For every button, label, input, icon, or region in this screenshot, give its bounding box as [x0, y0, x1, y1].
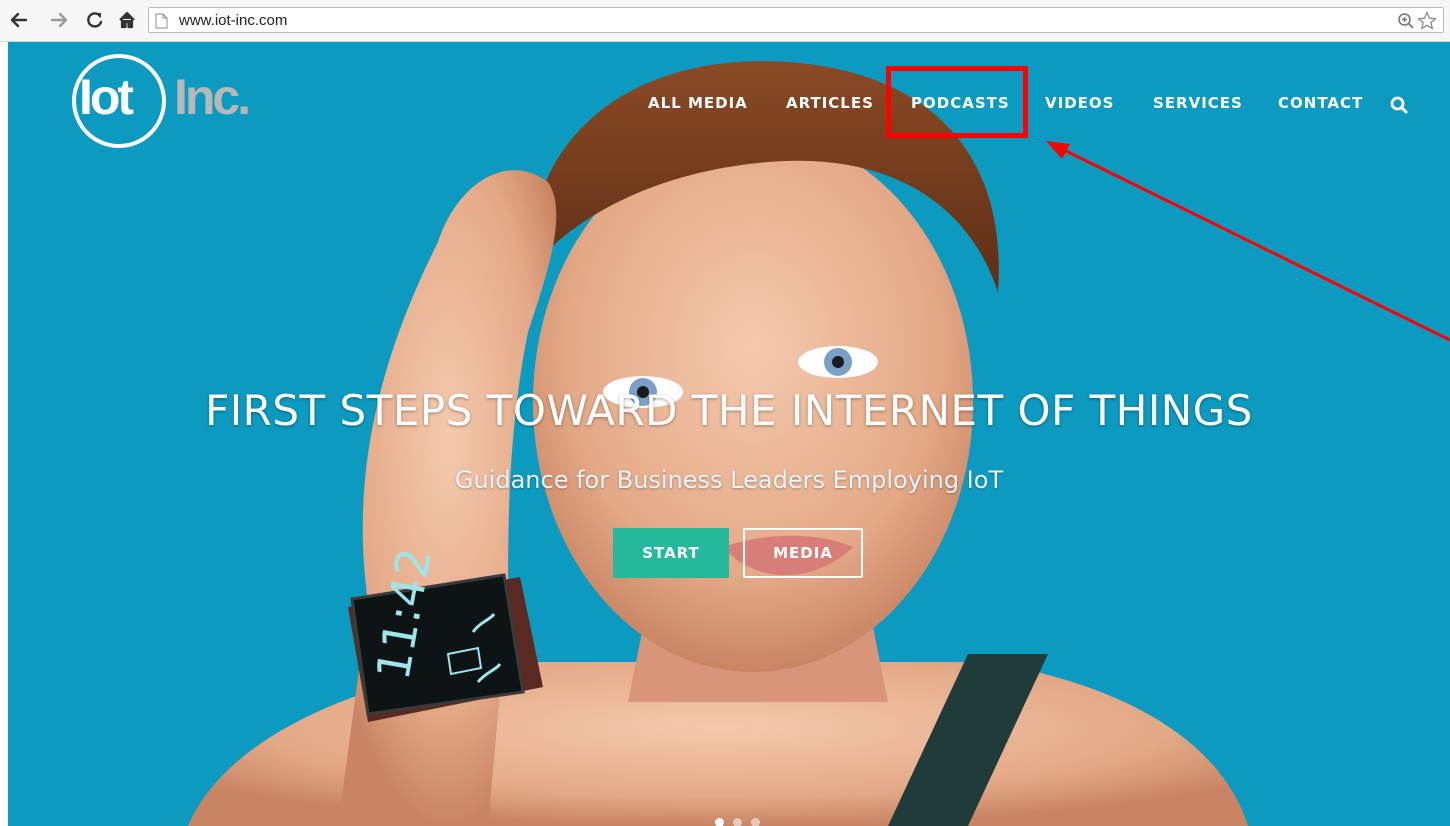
- back-arrow-icon[interactable]: [8, 9, 30, 31]
- nav-services[interactable]: SERVICES: [1153, 94, 1243, 112]
- hero-section: 11:42 Iot Inc. ALL MEDIA ARTICLES PODCAS…: [8, 42, 1450, 826]
- main-navigation: ALL MEDIA ARTICLES PODCASTS VIDEOS SERVI…: [8, 94, 1450, 114]
- bookmark-star-icon[interactable]: [1417, 11, 1437, 36]
- start-button[interactable]: START: [613, 528, 729, 578]
- hero-subheadline: Guidance for Business Leaders Employing …: [454, 466, 1004, 494]
- home-icon[interactable]: [116, 9, 138, 31]
- nav-all-media[interactable]: ALL MEDIA: [648, 94, 748, 112]
- carousel-dot[interactable]: [751, 818, 760, 826]
- zoom-icon[interactable]: [1397, 12, 1415, 35]
- annotation-highlight-box: [886, 66, 1028, 138]
- browser-toolbar: www.iot-inc.com: [0, 0, 1450, 42]
- nav-contact[interactable]: CONTACT: [1278, 94, 1363, 112]
- address-url[interactable]: www.iot-inc.com: [179, 12, 287, 29]
- nav-articles[interactable]: ARTICLES: [786, 94, 874, 112]
- media-button[interactable]: MEDIA: [743, 528, 863, 578]
- nav-videos[interactable]: VIDEOS: [1045, 94, 1114, 112]
- carousel-dot[interactable]: [733, 818, 742, 826]
- hero-headline: FIRST STEPS TOWARD THE INTERNET OF THING…: [205, 386, 1253, 435]
- reload-icon[interactable]: [84, 9, 106, 31]
- search-icon[interactable]: [1390, 96, 1408, 119]
- forward-arrow-icon[interactable]: [48, 9, 70, 31]
- address-bar[interactable]: www.iot-inc.com: [148, 7, 1444, 33]
- page-icon: [155, 13, 168, 34]
- carousel-dot[interactable]: [715, 818, 724, 826]
